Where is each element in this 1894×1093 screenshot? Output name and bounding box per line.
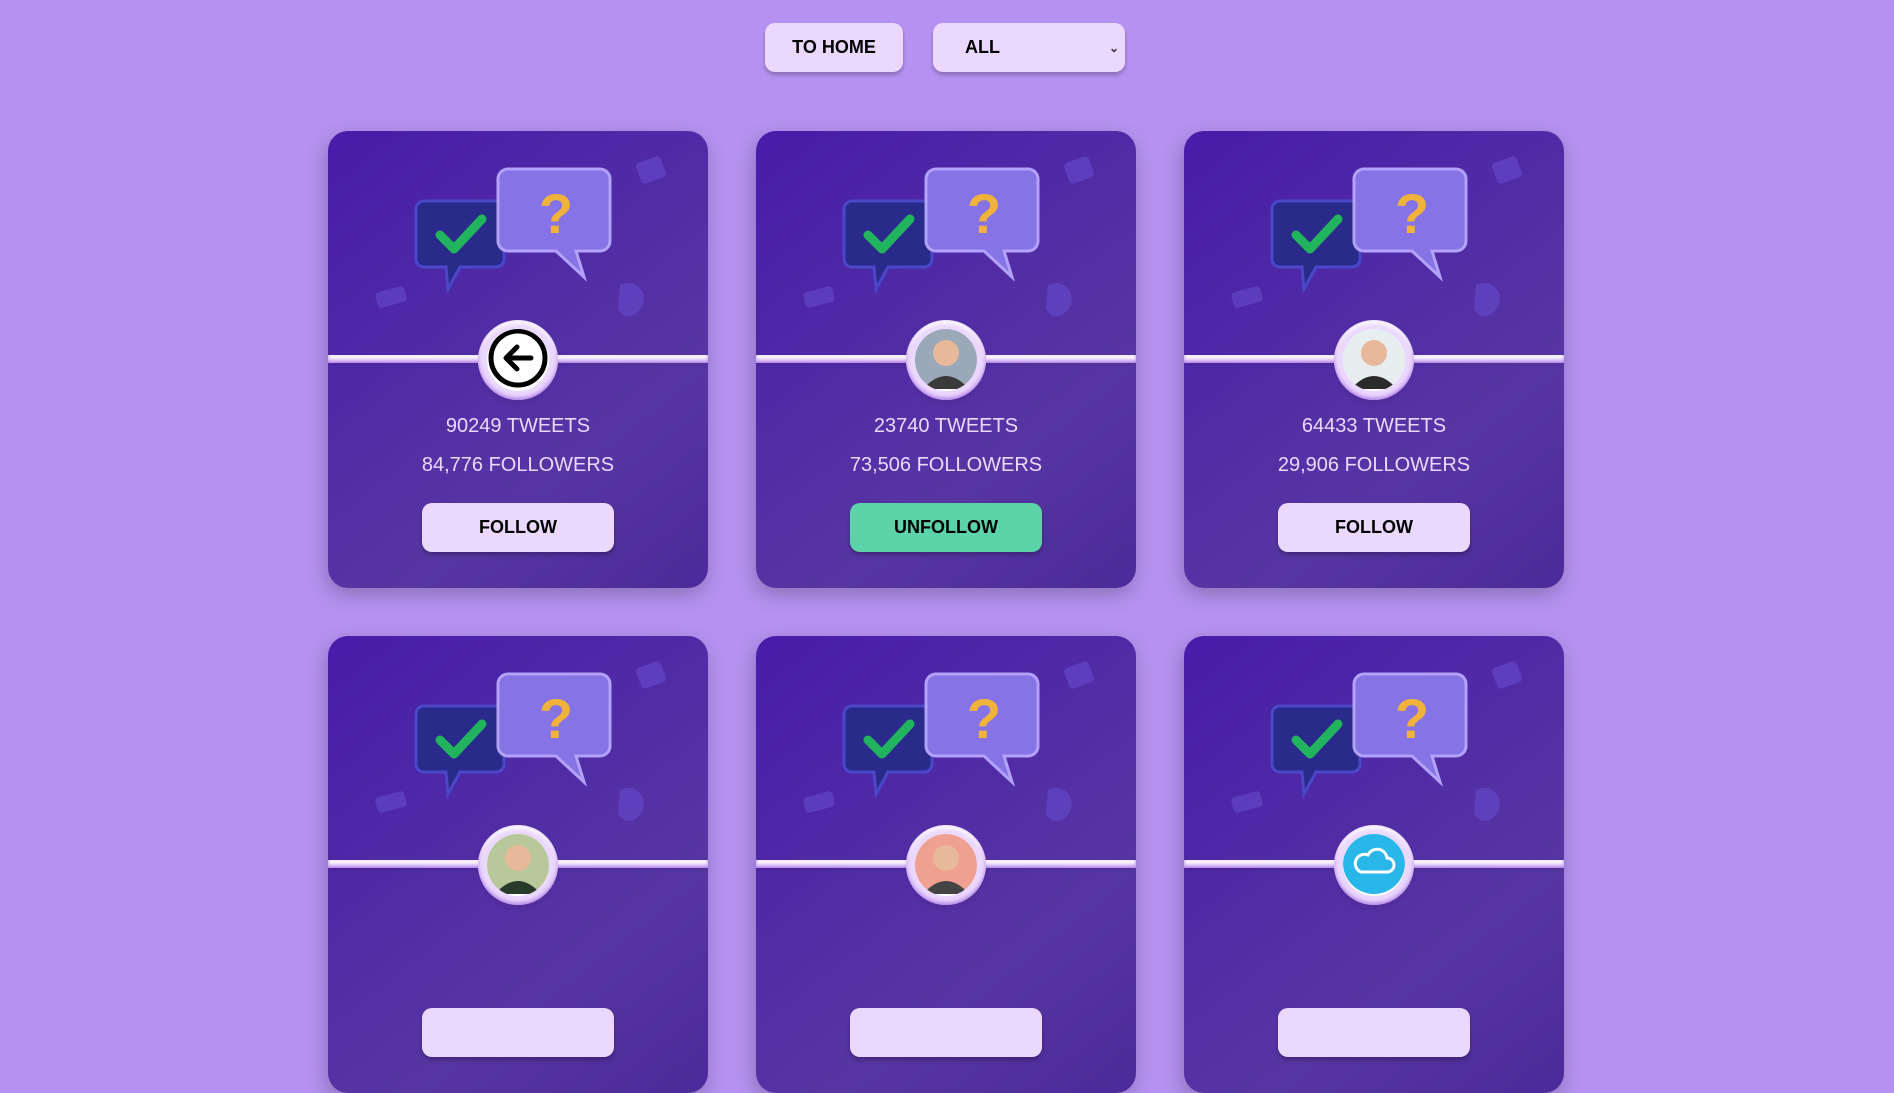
svg-text:?: ? <box>967 182 1001 245</box>
followers-count: 29,906 FOLLOWERS <box>1277 454 1471 476</box>
avatar <box>1334 320 1414 400</box>
avatar <box>478 825 558 905</box>
followers-count: 73,506 FOLLOWERS <box>849 454 1043 476</box>
user-avatar-photo <box>915 834 977 896</box>
user-card: ? <box>756 636 1136 1093</box>
follow-button[interactable] <box>850 1008 1042 1057</box>
avatar-image <box>487 834 549 896</box>
filter-selected-value: ALL <box>965 37 1000 57</box>
user-avatar-photo <box>1343 329 1405 391</box>
svg-text:?: ? <box>967 687 1001 750</box>
cloud-icon <box>1343 834 1405 896</box>
chevron-down-icon: ⌄ <box>1108 40 1119 55</box>
avatar <box>906 320 986 400</box>
svg-text:?: ? <box>1395 687 1429 750</box>
follow-button-label: FOLLOW <box>1335 517 1413 537</box>
svg-text:?: ? <box>1395 182 1429 245</box>
user-card: ? <box>328 636 708 1093</box>
avatar <box>1334 825 1414 905</box>
svg-text:?: ? <box>539 687 573 750</box>
avatar <box>906 825 986 905</box>
user-card: ? <box>1184 636 1564 1093</box>
followers-count: 84,776 FOLLOWERS <box>421 454 615 476</box>
avatar-image <box>487 329 549 391</box>
svg-text:?: ? <box>539 182 573 245</box>
tweets-count: 23740 TWEETS <box>873 415 1019 437</box>
follow-button[interactable] <box>422 1008 614 1057</box>
follow-button[interactable]: FOLLOW <box>1278 503 1470 552</box>
follow-button[interactable]: UNFOLLOW <box>850 503 1042 552</box>
tweets-count: 64433 TWEETS <box>1301 415 1447 437</box>
follow-button[interactable]: FOLLOW <box>422 503 614 552</box>
user-card: ? 90249 TWEETS 84,776 FOLLOWERS FOLLOW <box>328 131 708 588</box>
follow-button-label: FOLLOW <box>479 517 557 537</box>
user-card: ? 23740 TWEETS 73,506 FOLLOWERS UNFOLLOW <box>756 131 1136 588</box>
back-arrow-icon[interactable] <box>487 329 549 391</box>
user-card-grid: ? 90249 TWEETS 84,776 FOLLOWERS FOLLOW ?… <box>328 131 1564 1093</box>
user-avatar-photo <box>487 834 549 896</box>
filter-select[interactable]: ALL ⌄ <box>933 23 1125 72</box>
to-home-button[interactable]: TO HOME <box>765 23 903 72</box>
user-avatar-photo <box>915 329 977 391</box>
user-card: ? 64433 TWEETS 29,906 FOLLOWERS FOLLOW <box>1184 131 1564 588</box>
avatar-image <box>1343 329 1405 391</box>
avatar-image <box>915 834 977 896</box>
follow-button-label: UNFOLLOW <box>894 517 998 537</box>
avatar-image <box>915 329 977 391</box>
toolbar: TO HOME ALL ⌄ <box>765 23 1125 72</box>
avatar-image <box>1343 834 1405 896</box>
follow-button[interactable] <box>1278 1008 1470 1057</box>
avatar <box>478 320 558 400</box>
tweets-count: 90249 TWEETS <box>445 415 591 437</box>
